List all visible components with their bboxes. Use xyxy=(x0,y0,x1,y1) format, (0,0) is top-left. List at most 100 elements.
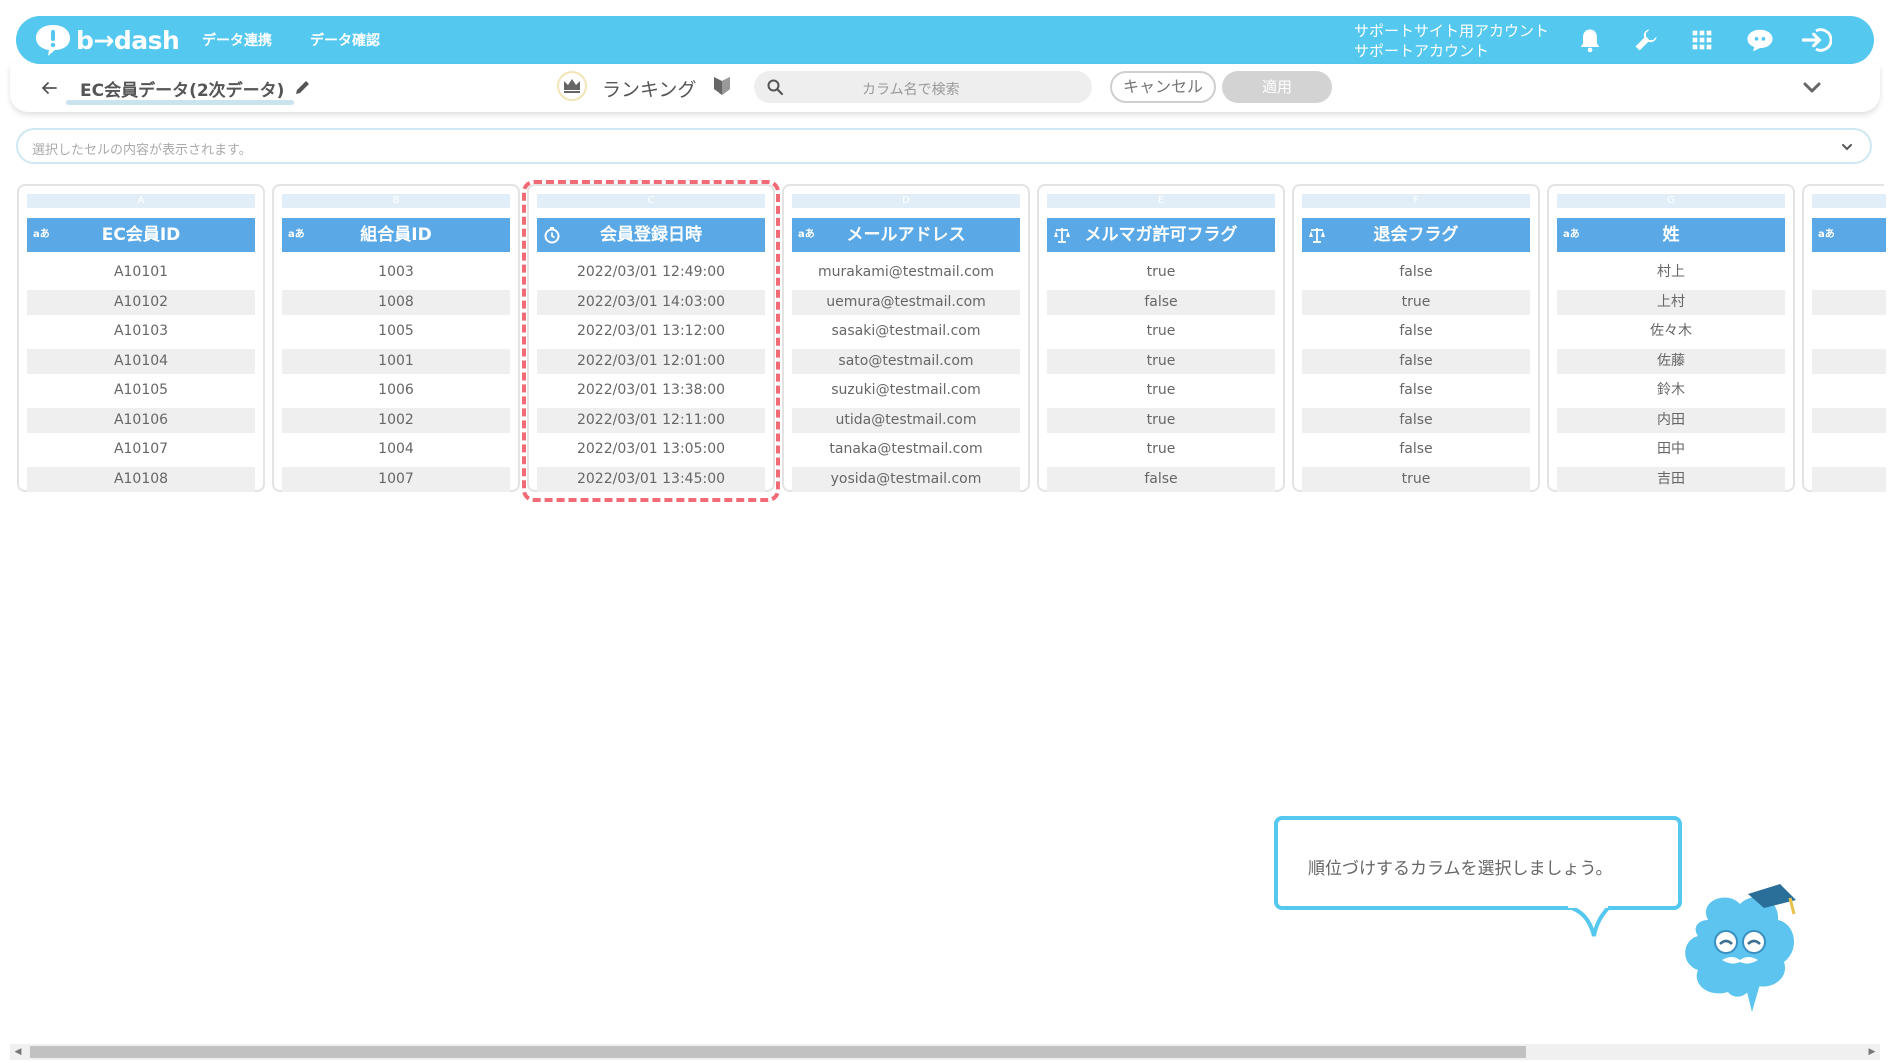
column-header[interactable]: メルマガ許可フラグ xyxy=(1047,218,1275,252)
table-cell[interactable]: A10107 xyxy=(27,437,255,462)
table-cell[interactable] xyxy=(1812,319,1886,344)
table-cell[interactable]: sasaki@testmail.com xyxy=(792,319,1020,344)
table-cell[interactable] xyxy=(1812,260,1886,285)
table-cell[interactable]: sato@testmail.com xyxy=(792,348,1020,374)
column-letter xyxy=(1812,194,1886,208)
table-cell[interactable]: false xyxy=(1047,466,1275,492)
column-card-b[interactable]: Baあ 組合員ID 1003 1008 1005 1001 1006 1002 1004 1007 xyxy=(272,184,520,492)
table-cell[interactable]: 村上 xyxy=(1557,260,1785,285)
horizontal-scrollbar[interactable]: ◀ ▶ xyxy=(10,1044,1880,1060)
column-search-input[interactable]: カラム名で検索 xyxy=(754,71,1092,103)
column-header-label: EC会員ID xyxy=(101,225,181,245)
column-card-g[interactable]: Gaあ 姓村上上村佐々木佐藤鈴木内田田中吉田 xyxy=(1547,184,1795,492)
table-cell[interactable]: suzuki@testmail.com xyxy=(792,378,1020,403)
table-cell[interactable]: false xyxy=(1047,289,1275,315)
table-cell[interactable]: A10105 xyxy=(27,378,255,403)
app-logo[interactable]: b→dash xyxy=(34,22,180,58)
table-cell[interactable]: A10104 xyxy=(27,348,255,374)
account-info[interactable]: サポートサイト用アカウント サポートアカウント xyxy=(1354,21,1549,61)
table-cell[interactable]: A10108 xyxy=(27,466,255,492)
beginner-mark-icon[interactable] xyxy=(712,75,732,97)
table-cell[interactable]: 鈴木 xyxy=(1557,378,1785,403)
cell-content-viewer[interactable]: 選択したセルの内容が表示されます。 xyxy=(16,128,1872,164)
table-cell[interactable]: false xyxy=(1302,260,1530,285)
table-cell[interactable]: 内田 xyxy=(1557,407,1785,433)
column-letter: D xyxy=(792,194,1020,208)
table-cell[interactable]: 1002 xyxy=(282,407,510,433)
cell-content-placeholder: 選択したセルの内容が表示されます。 xyxy=(32,143,252,158)
chat-assistant-icon[interactable] xyxy=(1744,26,1776,54)
table-cell[interactable]: tanaka@testmail.com xyxy=(792,437,1020,462)
column-header[interactable]: 退会フラグ xyxy=(1302,218,1530,252)
table-cell[interactable]: 1004 xyxy=(282,437,510,462)
table-cell[interactable]: true xyxy=(1047,407,1275,433)
table-cell[interactable]: true xyxy=(1302,289,1530,315)
table-cell[interactable]: 1008 xyxy=(282,289,510,315)
back-arrow-icon[interactable] xyxy=(38,77,60,99)
table-cell[interactable]: false xyxy=(1302,437,1530,462)
column-card-d[interactable]: Daあ メールアドレス murakami@testmail.com uemura@te… xyxy=(782,184,1030,492)
table-cell[interactable] xyxy=(1812,378,1886,403)
search-icon xyxy=(767,79,784,96)
column-header[interactable]: aあ xyxy=(1812,218,1886,252)
table-cell[interactable]: 1006 xyxy=(282,378,510,403)
table-cell[interactable]: 吉田 xyxy=(1557,466,1785,492)
column-card-e[interactable]: E メルマガ許可フラグ true false true true true true true f… xyxy=(1037,184,1285,492)
table-cell[interactable]: false xyxy=(1302,407,1530,433)
table-cell[interactable]: true xyxy=(1047,319,1275,344)
column-header[interactable]: aあ 姓 xyxy=(1557,218,1785,252)
column-card-partial[interactable]: aあ xyxy=(1802,184,1886,492)
column-letter: G xyxy=(1557,194,1785,208)
logout-icon[interactable] xyxy=(1800,26,1832,54)
scroll-right-arrow-icon[interactable]: ▶ xyxy=(1866,1046,1878,1058)
table-cell[interactable]: 1007 xyxy=(282,466,510,492)
table-cell[interactable] xyxy=(1812,437,1886,462)
table-cell[interactable]: A10103 xyxy=(27,319,255,344)
table-cell[interactable]: true xyxy=(1047,437,1275,462)
cancel-button[interactable]: キャンセル xyxy=(1110,71,1216,103)
table-cell[interactable]: 佐々木 xyxy=(1557,319,1785,344)
table-cell[interactable] xyxy=(1812,348,1886,374)
table-cell[interactable] xyxy=(1812,466,1886,492)
table-cell[interactable]: true xyxy=(1047,260,1275,285)
table-cell[interactable]: murakami@testmail.com xyxy=(792,260,1020,285)
table-cell[interactable]: A10106 xyxy=(27,407,255,433)
table-cell[interactable]: 上村 xyxy=(1557,289,1785,315)
table-cell[interactable]: yosida@testmail.com xyxy=(792,466,1020,492)
column-header[interactable]: aあ 組合員ID xyxy=(282,218,510,252)
table-cell[interactable]: 1001 xyxy=(282,348,510,374)
table-cell[interactable]: false xyxy=(1302,378,1530,403)
column-header[interactable]: aあ メールアドレス xyxy=(792,218,1020,252)
table-cell[interactable]: false xyxy=(1302,348,1530,374)
table-cell[interactable]: false xyxy=(1302,319,1530,344)
wrench-icon[interactable] xyxy=(1632,26,1660,54)
bell-icon[interactable] xyxy=(1576,26,1604,54)
table-cell[interactable] xyxy=(1812,289,1886,315)
chevron-down-icon[interactable] xyxy=(1800,76,1824,100)
table-cell[interactable]: A10101 xyxy=(27,260,255,285)
table-cell[interactable]: 1005 xyxy=(282,319,510,344)
column-card-a[interactable]: Aaあ EC会員ID A10101 A10102 A10103 A10104 A10105 A… xyxy=(17,184,265,492)
table-cell[interactable]: true xyxy=(1302,466,1530,492)
expand-chevron-icon[interactable] xyxy=(1838,138,1856,156)
table-cell[interactable]: uemura@testmail.com xyxy=(792,289,1020,315)
text-type-icon: aあ xyxy=(33,229,50,240)
app-grid-icon[interactable] xyxy=(1688,26,1716,54)
table-cell[interactable]: utida@testmail.com xyxy=(792,407,1020,433)
column-header[interactable]: aあ EC会員ID xyxy=(27,218,255,252)
dataset-title-underline xyxy=(66,100,294,105)
nav-data-integration[interactable]: データ連携 xyxy=(202,30,272,50)
scroll-left-arrow-icon[interactable]: ◀ xyxy=(12,1046,24,1058)
column-card-f[interactable]: F 退会フラグ false true false false false false false… xyxy=(1292,184,1540,492)
apply-button[interactable]: 適用 xyxy=(1222,71,1332,103)
pencil-icon[interactable] xyxy=(294,78,312,96)
table-cell[interactable]: 1003 xyxy=(282,260,510,285)
nav-data-check[interactable]: データ確認 xyxy=(310,30,380,50)
table-cell[interactable]: 田中 xyxy=(1557,437,1785,462)
table-cell[interactable]: A10102 xyxy=(27,289,255,315)
scrollbar-thumb[interactable] xyxy=(30,1046,1526,1058)
table-cell[interactable]: true xyxy=(1047,348,1275,374)
table-cell[interactable] xyxy=(1812,407,1886,433)
table-cell[interactable]: 佐藤 xyxy=(1557,348,1785,374)
table-cell[interactable]: true xyxy=(1047,378,1275,403)
